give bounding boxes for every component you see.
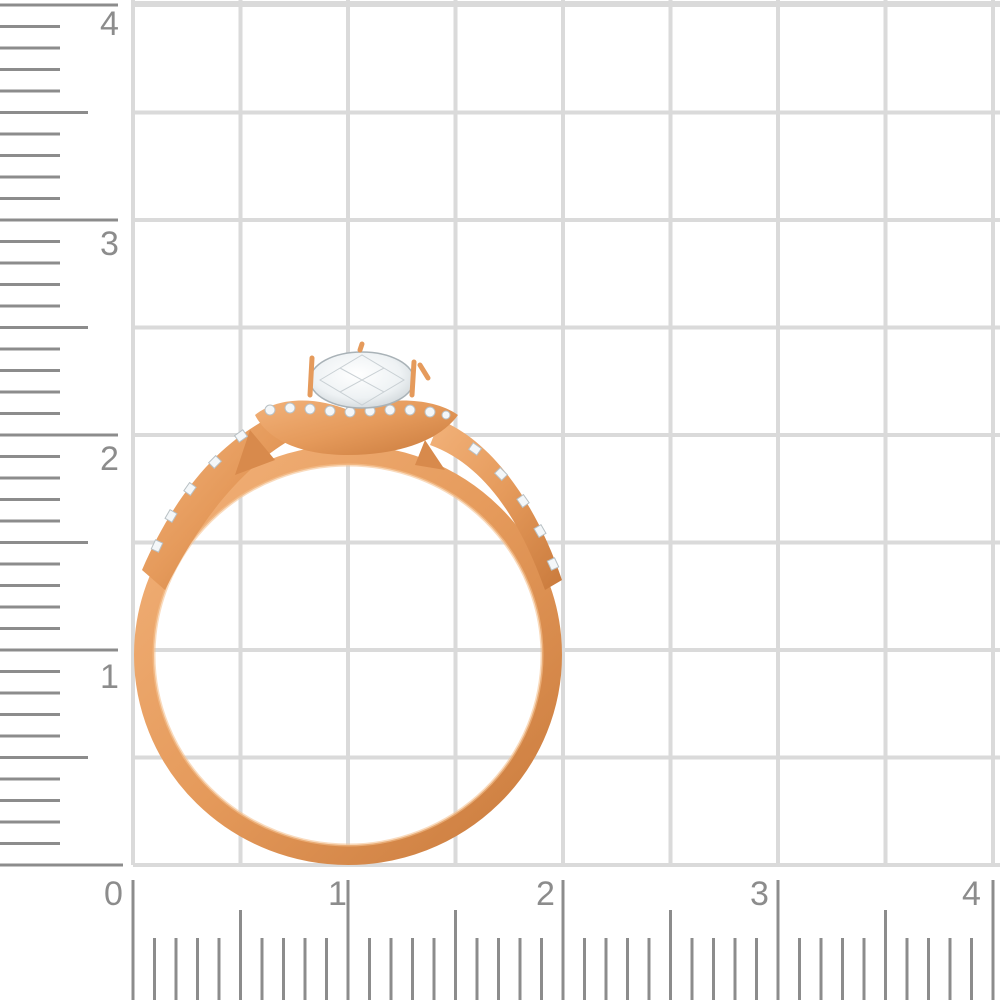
ruler-label-x-0: 0: [104, 875, 123, 913]
ruler-label-x-3: 3: [750, 875, 769, 913]
ring-left-shoulder: [142, 420, 290, 590]
ruler-label-x-4: 4: [962, 875, 981, 913]
ruler-label-y-4: 4: [100, 5, 119, 43]
vertical-ruler: [0, 3, 123, 867]
vertical-ruler-labels: 4 3 2 1: [100, 5, 119, 696]
ruler-label-x-1: 1: [328, 875, 347, 913]
horizontal-ruler: [131, 880, 995, 1000]
ruler-label-y-2: 2: [100, 440, 119, 478]
ruler-label-y-1: 1: [100, 658, 119, 696]
ruler-label-x-2: 2: [536, 875, 555, 913]
ring-image: [134, 341, 562, 865]
ring-scale-photo: 4 3 2 1 0 1 2 3 4: [0, 0, 1000, 1000]
horizontal-ruler-labels: 0 1 2 3 4: [104, 875, 981, 913]
ruler-label-y-3: 3: [100, 225, 119, 263]
